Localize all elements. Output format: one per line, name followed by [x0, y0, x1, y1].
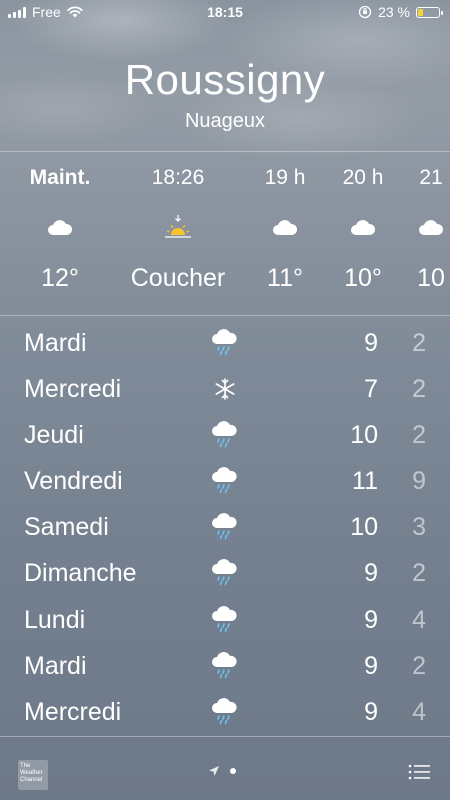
- status-right: 23 %: [358, 4, 443, 20]
- city-name: Roussigny: [124, 56, 326, 103]
- location-arrow-icon: [209, 766, 219, 776]
- page-dot-active: [230, 768, 236, 774]
- temp-low: 4: [412, 697, 426, 726]
- daily-row: Mercredi 9 4: [0, 689, 450, 735]
- temp-high: 7: [364, 375, 378, 404]
- rain-cloud-icon: [210, 420, 240, 450]
- battery-percent: 23 %: [378, 4, 410, 20]
- day-name: Jeudi: [24, 421, 84, 450]
- rain-cloud-icon: [210, 328, 240, 358]
- sunset-icon: [123, 214, 233, 242]
- weather-channel-logo[interactable]: The Weather Channel: [18, 760, 48, 790]
- battery-fill: [418, 8, 423, 16]
- status-bar: Free 18:15 23 %: [0, 0, 450, 26]
- rain-cloud-icon: [210, 651, 240, 681]
- daily-row: Samedi 10 3: [0, 504, 450, 550]
- temp-high: 9: [364, 559, 378, 588]
- hourly-item: Maint. 12°: [5, 152, 115, 314]
- bottom-bar: The Weather Channel: [0, 746, 450, 800]
- rain-cloud-icon: [210, 697, 240, 727]
- hourly-item: 18:26 Coucher: [123, 152, 233, 314]
- snowflake-icon: [210, 374, 240, 404]
- hourly-temp: 10: [417, 264, 445, 292]
- daily-row: Lundi 9 4: [0, 597, 450, 643]
- temp-high: 9: [364, 651, 378, 680]
- temp-low: 2: [412, 559, 426, 588]
- temp-high: 9: [364, 697, 378, 726]
- day-name: Mardi: [24, 329, 87, 357]
- battery-icon: [416, 6, 443, 18]
- temp-low: 2: [412, 375, 426, 404]
- temp-high: 11: [352, 467, 378, 496]
- day-name: Vendredi: [24, 467, 123, 496]
- temp-low: 4: [412, 605, 426, 634]
- cloud-icon: [5, 214, 115, 242]
- temp-high: 10: [350, 421, 378, 450]
- daily-row: Mardi 9 2: [0, 643, 450, 689]
- weather-condition: Nuageux: [184, 110, 266, 132]
- temp-low: 2: [412, 651, 426, 680]
- divider-middle: [0, 315, 450, 316]
- divider-bottom: [0, 736, 450, 737]
- daily-row: Mercredi 7 2: [0, 366, 450, 412]
- temp-low: 2: [412, 329, 426, 357]
- temp-high: 9: [364, 329, 378, 357]
- daily-forecast[interactable]: Mardi 9 2 Mercredi 7 2 Jeudi 10 2 Vendredi 11 9 Same…: [0, 320, 450, 735]
- cloud-icon: [376, 214, 450, 242]
- temp-low: 3: [412, 513, 426, 542]
- day-name: Mercredi: [24, 697, 122, 726]
- daily-row: Mardi 9 2: [0, 320, 450, 366]
- rotation-lock-icon: [358, 5, 372, 19]
- day-name: Samedi: [24, 513, 109, 542]
- hourly-time: 21: [419, 166, 443, 189]
- day-name: Dimanche: [24, 559, 137, 588]
- temp-low: 2: [412, 421, 426, 450]
- rain-cloud-icon: [210, 512, 240, 542]
- rain-cloud-icon: [210, 605, 240, 635]
- hourly-temp: 12°: [41, 264, 79, 292]
- hourly-time: 18:26: [151, 166, 205, 189]
- rain-cloud-icon: [210, 558, 240, 588]
- hourly-time: Maint.: [29, 166, 91, 189]
- hourly-forecast[interactable]: Maint. 12° 18:26 Coucher 19 h 11° 20 h 10° 21 10: [0, 152, 450, 314]
- temp-high: 9: [364, 605, 378, 634]
- day-name: Lundi: [24, 605, 86, 634]
- hourly-temp: Coucher: [130, 264, 226, 292]
- day-name: Mercredi: [24, 375, 122, 404]
- hourly-item: 21 10: [376, 152, 450, 314]
- daily-row: Dimanche 9 2: [0, 550, 450, 596]
- daily-row: Vendredi 11 9: [0, 458, 450, 504]
- page-indicator[interactable]: [208, 765, 236, 777]
- rain-cloud-icon: [210, 466, 240, 496]
- list-icon[interactable]: [408, 764, 430, 780]
- temp-low: 9: [412, 467, 426, 496]
- daily-row: Jeudi 10 2: [0, 412, 450, 458]
- temp-high: 10: [350, 513, 378, 542]
- day-name: Mardi: [24, 651, 87, 680]
